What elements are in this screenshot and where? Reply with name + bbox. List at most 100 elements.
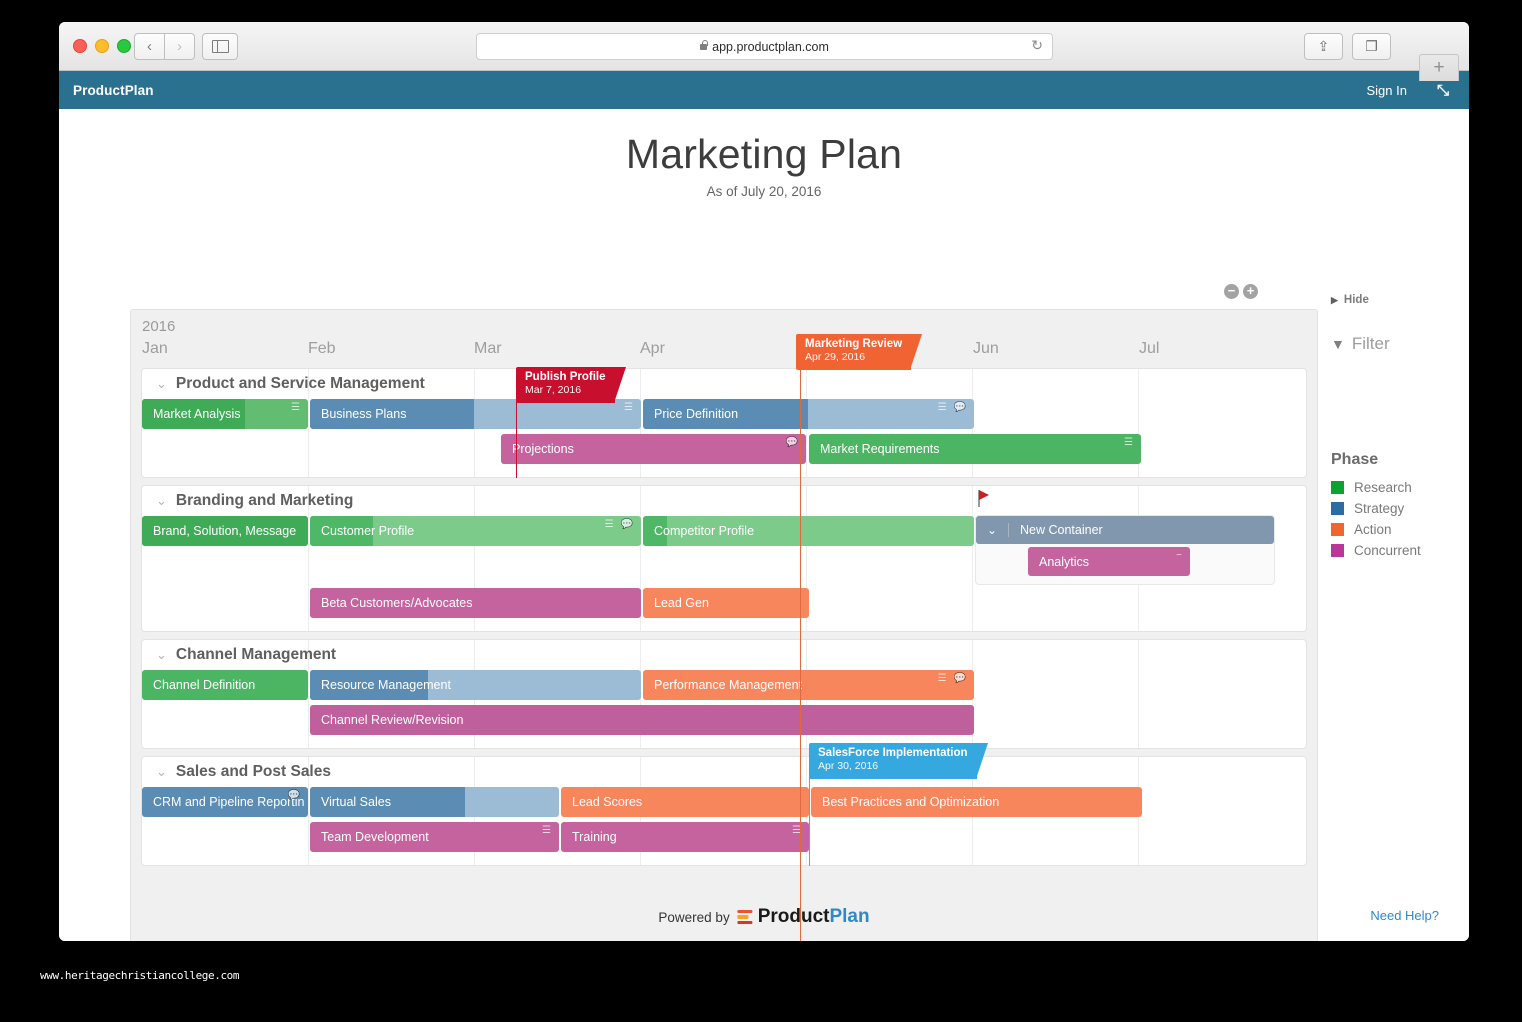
lane-header[interactable]: ⌄ Channel Management (142, 640, 1306, 670)
address-bar[interactable]: app.productplan.com ↻ (476, 33, 1053, 60)
bar-channel-definition[interactable]: Channel Definition (142, 670, 308, 700)
bar-lead-scores[interactable]: Lead Scores (561, 787, 809, 817)
bar-icons[interactable]: − (1176, 550, 1182, 561)
comment-icon[interactable]: 💬 (954, 402, 966, 413)
milestone-date: Apr 30, 2016 (818, 760, 879, 772)
lane-header[interactable]: ⌄ Branding and Marketing (142, 486, 1306, 516)
app-header-actions: Sign In ⤡ (1367, 82, 1450, 99)
menu-icon[interactable]: ☰ (605, 519, 614, 530)
comment-icon[interactable]: 💬 (954, 673, 966, 684)
chevron-down-icon[interactable]: ⌄ (156, 764, 167, 780)
sidebar-icon (211, 40, 229, 53)
container-label: New Container (1020, 523, 1103, 537)
bar-team-development[interactable]: Team Development ☰ (310, 822, 559, 852)
filter-control[interactable]: ▼ Filter (1331, 334, 1469, 354)
bar-icons[interactable]: ☰ (1124, 437, 1133, 448)
new-tab-button[interactable]: + (1419, 54, 1459, 81)
sign-in-link[interactable]: Sign In (1367, 83, 1407, 98)
menu-icon[interactable]: ☰ (1124, 437, 1133, 448)
milestone-salesforce-implementation[interactable]: SalesForce Implementation Apr 30, 2016 .… (809, 743, 988, 779)
bar-customer-profile[interactable]: Customer Profile ☰ 💬 (310, 516, 641, 546)
menu-icon[interactable]: ☰ (542, 825, 551, 836)
month-label-apr: Apr (640, 340, 665, 357)
bar-crm-and-pipeline-reporting[interactable]: CRM and Pipeline Reportin 💬 (142, 787, 308, 817)
legend-item-concurrent[interactable]: Concurrent (1331, 540, 1469, 561)
bar-row: Market Analysis ☰ Business Plans ☰ Price… (142, 399, 1306, 432)
bar-competitor-profile[interactable]: Competitor Profile (643, 516, 974, 546)
bar-best-practices-and-optimization[interactable]: Best Practices and Optimization (811, 787, 1142, 817)
bar-training[interactable]: Training ☰ (561, 822, 809, 852)
right-side-panel: ▶ Hide ▼ Filter Phase Research Strategy (1331, 294, 1469, 561)
legend-item-research[interactable]: Research (1331, 477, 1469, 498)
bar-icons[interactable]: ☰ (624, 402, 633, 413)
bar-projections[interactable]: Projections 💬 (501, 434, 806, 464)
comment-icon[interactable]: 💬 (288, 790, 300, 801)
reload-icon[interactable]: ↻ (1031, 37, 1043, 54)
bar-icons[interactable]: ☰ (291, 402, 300, 413)
legend-item-strategy[interactable]: Strategy (1331, 498, 1469, 519)
close-window-button[interactable] (73, 39, 87, 53)
zoom-in-button[interactable]: + (1243, 284, 1258, 299)
hide-panel-toggle[interactable]: ▶ Hide (1331, 294, 1469, 306)
comment-icon[interactable]: 💬 (786, 437, 798, 448)
milestone-publish-profile[interactable]: Publish Profile Mar 7, 2016 .ms[data-nam… (516, 367, 625, 403)
bar-market-analysis[interactable]: Market Analysis ☰ (142, 399, 308, 429)
minimize-window-button[interactable] (95, 39, 109, 53)
zoom-out-button[interactable]: − (1224, 284, 1239, 299)
share-icon[interactable]: ⇪ (1304, 33, 1343, 60)
bar-icons[interactable]: ☰ (542, 825, 551, 836)
bar-price-definition[interactable]: Price Definition ☰ 💬 (643, 399, 974, 429)
navigation-buttons[interactable]: ‹ › (134, 33, 195, 60)
lane-rows: Channel Definition Resource Management P… (142, 670, 1306, 736)
timeline-lanes: ⌄ Product and Service Management Market … (141, 367, 1307, 873)
menu-icon[interactable]: ☰ (291, 402, 300, 413)
lane-header[interactable]: ⌄ Product and Service Management (142, 369, 1306, 399)
bar-business-plans[interactable]: Business Plans ☰ (310, 399, 641, 429)
tabs-overview-icon[interactable]: ❐ (1352, 33, 1391, 60)
maximize-window-button[interactable] (117, 39, 131, 53)
menu-icon[interactable]: ☰ (938, 402, 947, 413)
chevron-down-icon[interactable]: ⌄ (156, 493, 167, 509)
bar-icons[interactable]: ☰ 💬 (938, 673, 966, 684)
filter-funnel-icon: ▼ (1331, 336, 1345, 352)
bar-icons[interactable]: ☰ 💬 (938, 402, 966, 413)
bar-lead-gen[interactable]: Lead Gen (643, 588, 809, 618)
bar-icons[interactable]: 💬 (288, 790, 300, 801)
watermark-text: www.heritagechristiancollege.com (40, 969, 240, 982)
timeline-year-label: 2016 (142, 318, 176, 335)
bar-brand-solution-message[interactable]: Brand, Solution, Message (142, 516, 308, 546)
zoom-controls[interactable]: − + (1224, 284, 1258, 299)
bar-channel-review-revision[interactable]: Channel Review/Revision (310, 705, 974, 735)
productplan-brand[interactable]: ProductPlan (73, 83, 154, 98)
powered-by-block: Powered by ProductPlan (658, 906, 869, 928)
bar-icons[interactable]: ☰ 💬 (605, 519, 633, 530)
menu-icon[interactable]: − (1176, 550, 1182, 561)
fullscreen-expand-icon[interactable]: ⤡ (1437, 82, 1449, 99)
bar-beta-customers-advocates[interactable]: Beta Customers/Advocates (310, 588, 641, 618)
bar-virtual-sales[interactable]: Virtual Sales (310, 787, 559, 817)
back-icon[interactable]: ‹ (134, 33, 165, 60)
chevron-down-icon[interactable]: ⌄ (156, 376, 167, 392)
comment-icon[interactable]: 💬 (621, 519, 633, 530)
month-label-mar: Mar (474, 340, 502, 357)
bar-market-requirements[interactable]: Market Requirements ☰ (809, 434, 1141, 464)
chevron-down-icon[interactable]: ⌄ (976, 523, 1009, 537)
chevron-down-icon[interactable]: ⌄ (156, 647, 167, 663)
lane-sales-and-post-sales: ⌄ Sales and Post Sales CRM and Pipeline (141, 743, 1307, 866)
window-controls[interactable] (73, 39, 131, 53)
sidebar-toggle-button[interactable] (202, 33, 238, 60)
container-header[interactable]: ⌄ New Container (976, 516, 1274, 544)
lane-header[interactable]: ⌄ Sales and Post Sales (142, 757, 1306, 787)
milestone-marketing-review[interactable]: Marketing Review Apr 29, 2016 .ms[data-n… (796, 334, 923, 370)
menu-icon[interactable]: ☰ (938, 673, 947, 684)
forward-icon[interactable]: › (165, 33, 195, 60)
lane-branding-and-marketing: ⌄ Branding and Marketing Brand, Solution… (141, 485, 1307, 632)
menu-icon[interactable]: ☰ (624, 402, 633, 413)
need-help-link[interactable]: Need Help? (1370, 908, 1439, 923)
chrome-right-buttons[interactable]: ⇪ ❐ (1304, 33, 1391, 60)
legend-item-action[interactable]: Action (1331, 519, 1469, 540)
bar-performance-management[interactable]: Performance Management ☰ 💬 (643, 670, 974, 700)
bar-resource-management[interactable]: Resource Management (310, 670, 641, 700)
bar-icons[interactable]: 💬 (786, 437, 798, 448)
url-text: app.productplan.com (712, 39, 829, 54)
